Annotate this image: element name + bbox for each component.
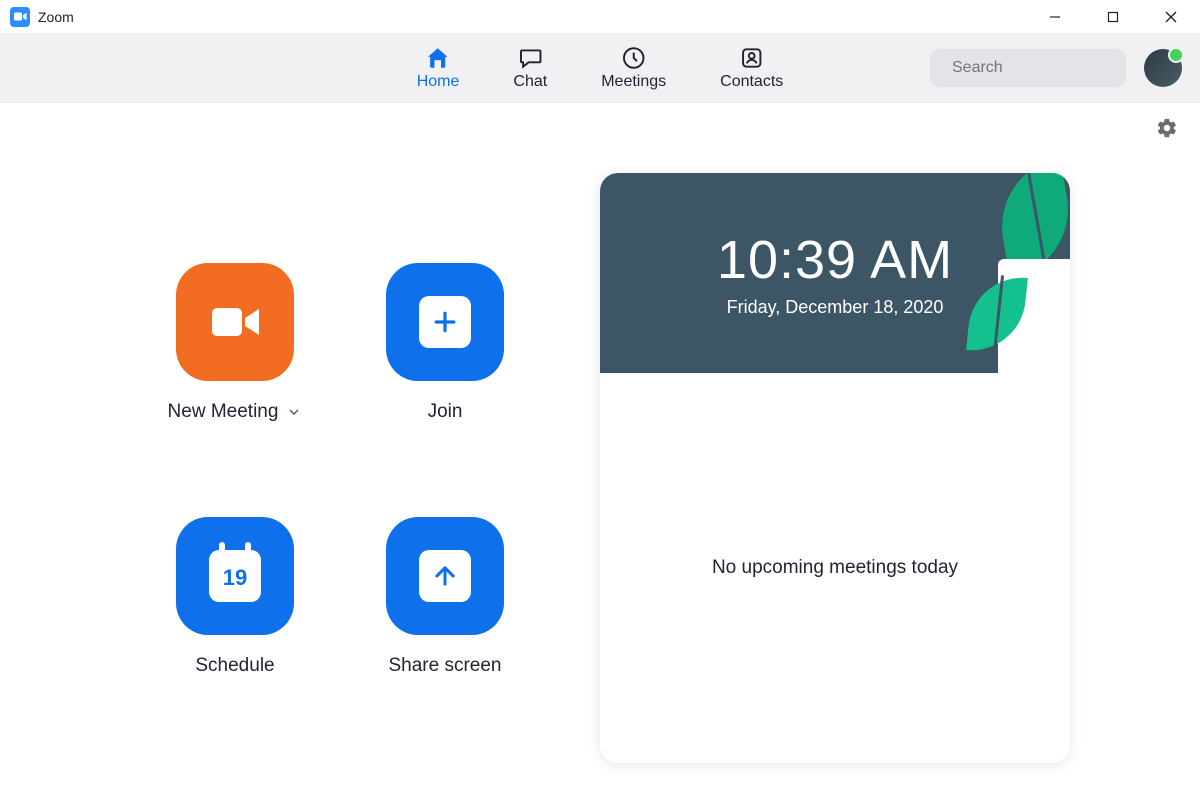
window-maximize-button[interactable]	[1084, 0, 1142, 33]
tab-meetings[interactable]: Meetings	[601, 45, 666, 91]
meetings-panel: 10:39 AM Friday, December 18, 2020 No up…	[595, 173, 1200, 789]
tab-home[interactable]: Home	[417, 45, 460, 91]
upcoming-meetings-card: 10:39 AM Friday, December 18, 2020 No up…	[600, 173, 1070, 763]
profile-avatar[interactable]	[1144, 49, 1182, 87]
schedule-label: Schedule	[195, 655, 274, 677]
window-title: Zoom	[38, 9, 74, 25]
nav-tabs: Home Chat Meetings Contacts	[417, 45, 784, 91]
new-meeting-button[interactable]	[176, 263, 294, 381]
plus-icon	[419, 296, 471, 348]
tab-label: Meetings	[601, 73, 666, 91]
contacts-icon	[739, 45, 765, 71]
clock-icon	[621, 45, 647, 71]
search-input[interactable]	[952, 59, 1159, 77]
main-content: New Meeting Join	[0, 153, 1200, 789]
settings-button[interactable]	[1156, 117, 1178, 139]
new-meeting-label-row[interactable]: New Meeting	[168, 401, 303, 423]
chevron-down-icon	[286, 404, 302, 420]
current-time: 10:39 AM	[717, 229, 953, 291]
tab-label: Chat	[513, 73, 547, 91]
schedule-button[interactable]: 19	[176, 517, 294, 635]
minimize-icon	[1048, 10, 1062, 24]
close-icon	[1164, 10, 1178, 24]
maximize-icon	[1106, 10, 1120, 24]
current-date: Friday, December 18, 2020	[727, 297, 944, 318]
clock-hero: 10:39 AM Friday, December 18, 2020	[600, 173, 1070, 373]
actions-panel: New Meeting Join	[0, 173, 595, 789]
window-minimize-button[interactable]	[1026, 0, 1084, 33]
chat-icon	[517, 45, 543, 71]
calendar-day: 19	[223, 565, 247, 591]
no-meetings-message: No upcoming meetings today	[712, 557, 958, 579]
tab-chat[interactable]: Chat	[513, 45, 547, 91]
arrow-up-icon	[419, 550, 471, 602]
video-icon	[207, 302, 263, 342]
new-meeting-label: New Meeting	[168, 401, 279, 423]
home-icon	[425, 45, 451, 71]
sub-toolbar	[0, 103, 1200, 153]
window-titlebar: Zoom	[0, 0, 1200, 33]
tab-label: Home	[417, 73, 460, 91]
join-label: Join	[428, 401, 463, 423]
tab-label: Contacts	[720, 73, 783, 91]
calendar-icon: 19	[209, 550, 261, 602]
window-close-button[interactable]	[1142, 0, 1200, 33]
main-navbar: Home Chat Meetings Contacts	[0, 33, 1200, 103]
window-controls	[1026, 0, 1200, 33]
tab-contacts[interactable]: Contacts	[720, 45, 783, 91]
gear-icon	[1156, 117, 1178, 139]
zoom-app-icon	[10, 7, 30, 27]
share-label: Share screen	[388, 655, 501, 677]
search-input-container[interactable]	[930, 49, 1126, 87]
share-screen-button[interactable]	[386, 517, 504, 635]
join-button[interactable]	[386, 263, 504, 381]
